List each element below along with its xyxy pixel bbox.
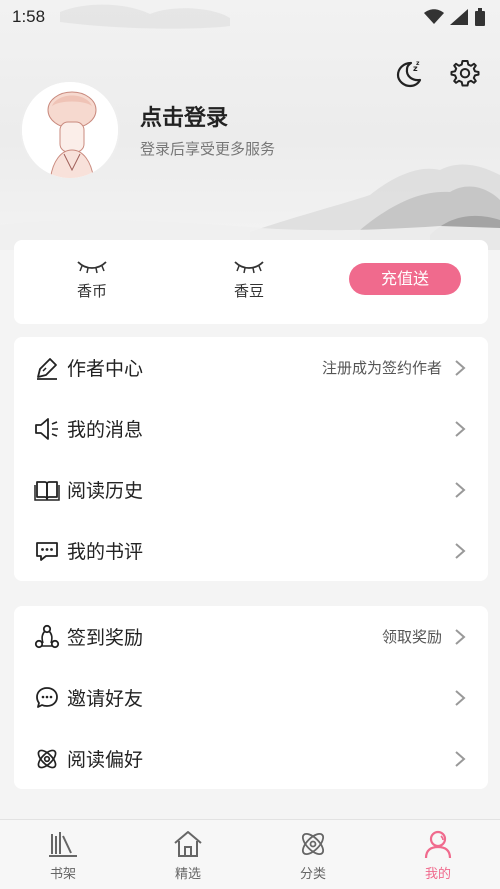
chevron-right-icon (455, 359, 466, 376)
settings-button[interactable] (450, 58, 480, 88)
status-time: 1:58 (12, 7, 46, 26)
menu-group-rewards: 签到奖励 领取奖励 邀请好友 阅读偏好 (14, 606, 488, 789)
svg-text:z: z (416, 60, 420, 67)
moon-icon: z z (396, 60, 422, 88)
nav-label: 书架 (49, 867, 76, 882)
login-title[interactable]: 点击登录 (140, 100, 228, 132)
menu-item-my-reviews[interactable]: 我的书评 (14, 520, 488, 581)
pen-icon (37, 357, 57, 380)
category-icon (301, 832, 325, 856)
menu-label: 签到奖励 (67, 627, 144, 649)
wallet-coins-label: 香币 (76, 282, 107, 300)
profile-icon (424, 830, 452, 859)
nav-label: 分类 (299, 867, 326, 882)
menu-item-reading-history[interactable]: 阅读历史 (14, 459, 488, 520)
closed-eye-icon (234, 261, 264, 274)
battery-icon (475, 8, 485, 26)
menu-item-author-center[interactable]: 作者中心 注册成为签约作者 (14, 337, 488, 398)
bottom-navigation: 书架 精选 分类 我的 (0, 819, 500, 889)
nav-tab-featured[interactable]: 精选 (148, 828, 228, 882)
menu-label: 我的消息 (67, 419, 144, 441)
menu-hint: 注册成为签约作者 (321, 359, 442, 377)
wallet-beans-label: 香豆 (233, 282, 264, 300)
menu-label: 作者中心 (67, 358, 144, 380)
menu-label: 邀请好友 (67, 688, 144, 710)
nav-label: 我的 (424, 867, 451, 882)
network-icon (34, 624, 60, 648)
menu-label: 阅读偏好 (67, 749, 144, 771)
status-bar: 1:58 (0, 0, 500, 34)
menu-item-my-messages[interactable]: 我的消息 (14, 398, 488, 459)
signal-icon (450, 9, 468, 25)
recharge-button[interactable]: 充值送 (349, 263, 461, 295)
book-icon (34, 480, 60, 501)
closed-eye-icon (77, 261, 107, 274)
avatar[interactable] (20, 80, 120, 180)
profile-header: 1:58 z z 点击登录 登录后享受更多服务 (0, 0, 500, 250)
nav-tab-mine[interactable]: 我的 (398, 828, 478, 882)
chevron-right-icon (455, 750, 466, 767)
nav-tab-categories[interactable]: 分类 (273, 828, 353, 882)
comment-icon (36, 541, 58, 561)
avatar-illustration (22, 82, 118, 178)
menu-item-checkin-rewards[interactable]: 签到奖励 领取奖励 (14, 606, 488, 667)
wifi-icon (424, 9, 444, 24)
nav-label: 精选 (174, 867, 201, 882)
chevron-right-icon (455, 481, 466, 498)
wallet-coins[interactable]: 香币 (62, 258, 122, 301)
status-icons (424, 8, 486, 26)
menu-label: 阅读历史 (67, 480, 144, 502)
menu-group-account: 作者中心 注册成为签约作者 我的消息 阅读历史 我的书评 (14, 337, 488, 581)
chevron-right-icon (455, 628, 466, 645)
chevron-right-icon (455, 542, 466, 559)
menu-item-invite-friends[interactable]: 邀请好友 (14, 667, 488, 728)
speaker-icon (35, 417, 58, 440)
chevron-right-icon (455, 420, 466, 437)
wallet-card: 香币 香豆 充值送 (14, 240, 488, 324)
nav-tab-bookshelf[interactable]: 书架 (23, 828, 103, 882)
menu-item-reading-preferences[interactable]: 阅读偏好 (14, 728, 488, 789)
login-subtitle: 登录后享受更多服务 (140, 140, 276, 158)
menu-hint: 领取奖励 (381, 628, 442, 646)
chat-icon (36, 686, 58, 708)
chevron-right-icon (455, 689, 466, 706)
menu-label: 我的书评 (67, 541, 144, 563)
bookshelf-icon (49, 832, 77, 857)
home-icon (174, 831, 202, 857)
night-mode-button[interactable]: z z (393, 58, 423, 88)
atom-icon (37, 749, 57, 768)
wallet-beans[interactable]: 香豆 (219, 258, 279, 301)
gear-icon (450, 60, 480, 87)
